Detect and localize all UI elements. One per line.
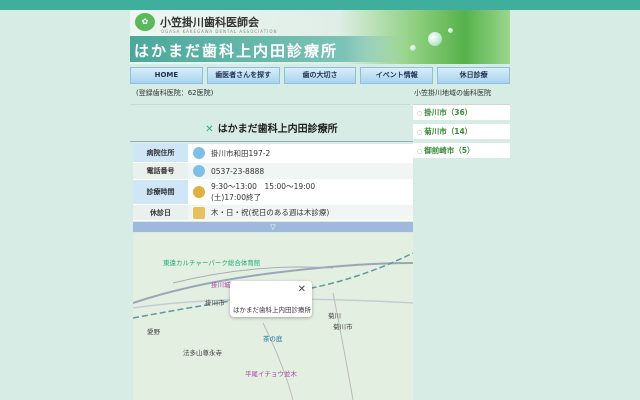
table-row: 電話番号 0537-23-8888 [133,163,413,180]
divider [130,104,410,105]
phone-icon [193,165,205,177]
row-label: 病院住所 [133,144,188,162]
table-row: 休診日 木・日・祝(祝日のある週は木診療) [133,205,413,221]
row-label: 診療時間 [133,180,188,204]
nav-holiday-clinic[interactable]: 休日診療 [437,67,510,84]
row-label: 電話番号 [133,163,188,179]
clock-icon [193,186,205,198]
tools-icon: ✕ [205,124,214,135]
sidebar-item-kikugawa[interactable]: 菊川市（14） [413,124,510,139]
table-row: 診療時間 9:30〜13:00 15:00〜19:00 (土)17:00終了 [133,180,413,205]
map-label: 愛野 [147,328,160,336]
map-label: 平尾イチョウ並木 [245,370,297,378]
sidebar-title: 小笠掛川地域の歯科医院 [414,89,491,97]
address-value: 掛川市和田197-2 [211,148,271,158]
table-row: 病院住所 掛川市和田197-2 [133,144,413,163]
map-label: 掛川市 [205,299,225,307]
map-label: 法多山尊永寺 [183,349,222,357]
map-label: 東遠カルチャーパーク総合体育館 [163,259,261,267]
row-label: 休診日 [133,205,188,220]
sidebar-list: 掛川市（36） 菊川市（14） 御前崎市（5） [413,105,510,162]
map-label: 菊川 [328,312,341,320]
main-nav: HOME 歯医者さんを探す 歯の大切さ イベント情報 休日診療 [130,67,510,84]
map[interactable]: 東遠カルチャーパーク総合体育館 掛川城 掛川市 菊川 菊川市 愛野 法多山尊永寺… [133,233,413,400]
nav-home[interactable]: HOME [130,67,203,84]
association-name-en: OGASA KAKEGAWA DENTAL ASSOCIATION [161,29,278,34]
site-header: ✿ 小笠掛川歯科医師会 OGASA KAKEGAWA DENTAL ASSOCI… [130,10,510,64]
clinic-banner: はかまだ歯科上内田診療所 [130,36,400,62]
popup-clinic-name: はかまだ歯科上内田診療所 [233,306,311,314]
clinic-banner-text: はかまだ歯科上内田診療所 [134,42,339,60]
phone-value[interactable]: 0537-23-8888 [211,167,264,176]
hours-note: (土)17:00終了 [211,193,261,202]
map-info-popup: ✕ はかまだ歯科上内田診療所 [230,281,312,317]
map-label: 菊川市 [333,323,353,331]
map-label: 茶の庭 [263,335,283,343]
nav-find-dentist[interactable]: 歯医者さんを探す [206,67,280,84]
water-drop [410,45,416,51]
expand-toggle[interactable]: ▽ [133,222,413,232]
top-band [0,0,640,10]
association-logo[interactable]: ✿ [135,13,155,31]
registered-count: (登録歯科医院：62医院) [136,89,214,97]
clinic-name: はかまだ歯科上内田診療所 [217,124,338,135]
map-pin-icon [193,147,205,159]
clinic-title: ✕ はかまだ歯科上内田診療所 [130,118,413,142]
map-label: 掛川城 [211,281,231,289]
water-drop [448,28,453,33]
clinic-info-table: 病院住所 掛川市和田197-2 電話番号 0537-23-8888 診療時間 9:30… [133,144,413,221]
hours-value: 9:30〜13:00 15:00〜19:00 [211,182,316,191]
water-drop [428,32,442,46]
nav-teeth-importance[interactable]: 歯の大切さ [283,67,357,84]
association-name[interactable]: 小笠掛川歯科医師会 [160,14,259,30]
closed-days-value: 木・日・祝(祝日のある週は木診療) [211,208,330,217]
sidebar-item-kakegawa[interactable]: 掛川市（36） [413,105,510,120]
sidebar-item-omaezaki[interactable]: 御前崎市（5） [413,143,510,158]
calendar-icon [193,206,205,219]
close-icon[interactable]: ✕ [298,284,306,295]
nav-events[interactable]: イベント情報 [360,67,434,84]
